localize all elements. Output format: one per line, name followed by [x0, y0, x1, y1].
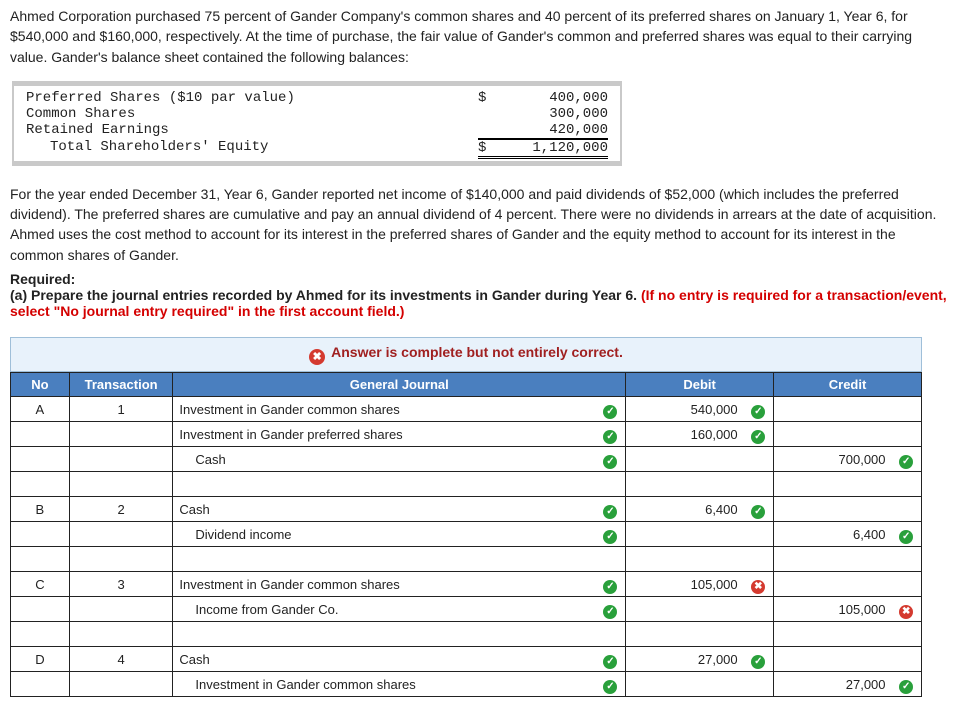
- journal-row: Dividend income ✓ 6,400 ✓: [11, 522, 922, 547]
- cell-transaction: [69, 597, 173, 622]
- required-label: Required:: [10, 271, 75, 287]
- bs-label: Retained Earnings: [26, 122, 169, 139]
- journal-row: B2Cash ✓ 6,400 ✓: [11, 497, 922, 522]
- journal-row: C3Investment in Gander common shares ✓ 105…: [11, 572, 922, 597]
- cell-transaction: 3: [69, 572, 173, 597]
- check-icon: ✓: [899, 530, 913, 544]
- bs-amount: $400,000: [478, 90, 608, 106]
- cell-transaction: [69, 447, 173, 472]
- cell-debit[interactable]: [626, 597, 744, 622]
- th-no: No: [11, 373, 70, 397]
- bs-label: Common Shares: [26, 106, 135, 122]
- check-icon: ✓: [603, 455, 617, 469]
- cell-debit[interactable]: 540,000: [626, 397, 744, 422]
- cell-no: C: [11, 572, 70, 597]
- bs-label: Preferred Shares ($10 par value): [26, 90, 295, 106]
- cell-debit[interactable]: 27,000: [626, 647, 744, 672]
- cell-debit[interactable]: [626, 522, 744, 547]
- check-icon: ✓: [603, 605, 617, 619]
- cell-debit[interactable]: [626, 672, 744, 697]
- cell-credit[interactable]: [774, 647, 892, 672]
- check-icon: ✓: [603, 505, 617, 519]
- cell-account[interactable]: Income from Gander Co.: [173, 597, 596, 622]
- cell-debit[interactable]: 6,400: [626, 497, 744, 522]
- cell-account[interactable]: Cash: [173, 647, 596, 672]
- journal-row: [11, 622, 922, 647]
- check-icon: ✓: [751, 430, 765, 444]
- answer-banner: ✖Answer is complete but not entirely cor…: [10, 337, 922, 372]
- cell-credit[interactable]: [774, 422, 892, 447]
- check-icon: ✓: [751, 405, 765, 419]
- cross-icon: ✖: [899, 605, 913, 619]
- check-icon: ✓: [899, 455, 913, 469]
- check-icon: ✓: [603, 405, 617, 419]
- cell-debit[interactable]: 160,000: [626, 422, 744, 447]
- cell-account[interactable]: Cash: [173, 447, 596, 472]
- cell-account[interactable]: Investment in Gander common shares: [173, 572, 596, 597]
- journal-row: D4Cash ✓ 27,000 ✓: [11, 647, 922, 672]
- cell-account[interactable]: Dividend income: [173, 522, 596, 547]
- journal-row: Investment in Gander common shares ✓ 27,00…: [11, 672, 922, 697]
- cell-transaction: 1: [69, 397, 173, 422]
- bs-amount: 300,000: [478, 106, 608, 122]
- cell-debit[interactable]: [626, 447, 744, 472]
- check-icon: ✓: [603, 655, 617, 669]
- check-icon: ✓: [603, 680, 617, 694]
- journal-row: A1Investment in Gander common shares ✓ 540…: [11, 397, 922, 422]
- check-icon: ✓: [751, 505, 765, 519]
- cell-account[interactable]: Investment in Gander common shares: [173, 672, 596, 697]
- cell-credit[interactable]: 27,000: [774, 672, 892, 697]
- cell-transaction: [69, 522, 173, 547]
- journal-row: [11, 547, 922, 572]
- cell-no: D: [11, 647, 70, 672]
- cell-debit[interactable]: 105,000: [626, 572, 744, 597]
- journal-row: Investment in Gander preferred shares ✓ 16…: [11, 422, 922, 447]
- cell-no: [11, 522, 70, 547]
- cell-credit[interactable]: 6,400: [774, 522, 892, 547]
- check-icon: ✓: [751, 655, 765, 669]
- cell-account[interactable]: Investment in Gander common shares: [173, 397, 596, 422]
- check-icon: ✓: [603, 580, 617, 594]
- balance-sheet: Preferred Shares ($10 par value) $400,000…: [12, 81, 622, 166]
- intro-paragraph-1: Ahmed Corporation purchased 75 percent o…: [10, 6, 952, 67]
- th-general-journal: General Journal: [173, 373, 626, 397]
- journal-table: No Transaction General Journal Debit Cre…: [10, 372, 922, 697]
- cell-credit[interactable]: [774, 397, 892, 422]
- cell-no: B: [11, 497, 70, 522]
- cell-no: [11, 447, 70, 472]
- cell-transaction: 4: [69, 647, 173, 672]
- cell-credit[interactable]: 105,000: [774, 597, 892, 622]
- x-icon: ✖: [309, 349, 325, 365]
- journal-row: Cash ✓ 700,000 ✓: [11, 447, 922, 472]
- required-a: (a) Prepare the journal entries recorded…: [10, 287, 641, 303]
- th-transaction: Transaction: [69, 373, 173, 397]
- cell-no: [11, 672, 70, 697]
- cell-no: A: [11, 397, 70, 422]
- cell-transaction: [69, 422, 173, 447]
- cell-no: [11, 422, 70, 447]
- bs-label: Total Shareholders' Equity: [26, 139, 268, 159]
- bs-amount: $1,120,000: [478, 139, 608, 159]
- journal-row: Income from Gander Co. ✓ 105,000 ✖: [11, 597, 922, 622]
- cross-icon: ✖: [751, 580, 765, 594]
- bs-amount: 420,000: [478, 122, 608, 139]
- th-debit: Debit: [626, 373, 774, 397]
- intro-paragraph-2: For the year ended December 31, Year 6, …: [10, 184, 952, 265]
- cell-transaction: 2: [69, 497, 173, 522]
- cell-credit[interactable]: 700,000: [774, 447, 892, 472]
- journal-row: [11, 472, 922, 497]
- cell-account[interactable]: Investment in Gander preferred shares: [173, 422, 596, 447]
- cell-account[interactable]: Cash: [173, 497, 596, 522]
- th-credit: Credit: [774, 373, 922, 397]
- check-icon: ✓: [603, 530, 617, 544]
- cell-credit[interactable]: [774, 572, 892, 597]
- cell-no: [11, 597, 70, 622]
- check-icon: ✓: [603, 430, 617, 444]
- cell-credit[interactable]: [774, 497, 892, 522]
- cell-transaction: [69, 672, 173, 697]
- check-icon: ✓: [899, 680, 913, 694]
